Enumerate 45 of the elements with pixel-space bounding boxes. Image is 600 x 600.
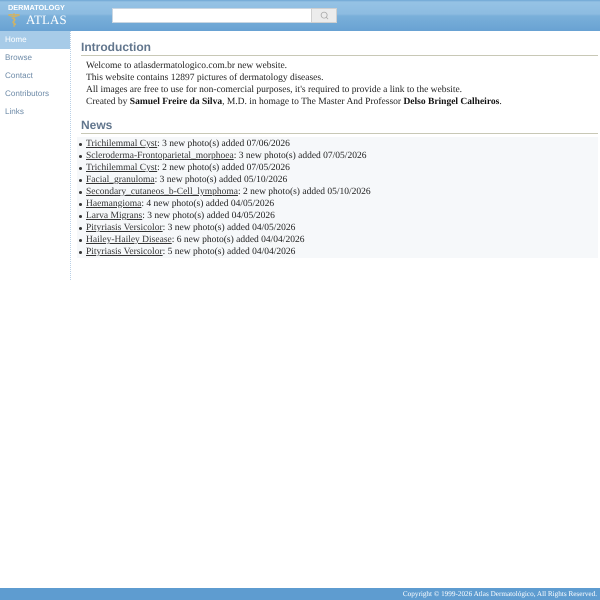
news-link[interactable]: Haemangioma — [86, 199, 142, 209]
bullet-icon — [79, 178, 82, 182]
sidebar-item[interactable]: Links — [0, 103, 70, 121]
intro-text: This website contains 12897 pictures of dermatology diseases. — [86, 72, 324, 84]
news-link[interactable]: Facial_granuloma — [86, 175, 155, 185]
sidebar-item[interactable]: Browse — [0, 49, 70, 67]
bullet-icon — [79, 238, 82, 242]
news-entry: Trichilemmal Cyst: 3 new photo(s) added 07/06/2026 — [86, 138, 290, 150]
news-link[interactable]: Scleroderma-Frontoparietal_morphoea — [86, 151, 234, 161]
bullet-icon — [79, 214, 82, 218]
search-icon — [320, 11, 328, 20]
intro-text: All images are free to use for non-comercial purposes, it's required to provide a link to the website. — [86, 84, 464, 96]
section-heading: News — [81, 118, 598, 134]
news-entry: Secondary_cutaneos_b-Cell_lymphoma: 2 new photo(s) added 05/10/2026 — [86, 186, 371, 198]
bullet-icon — [79, 142, 82, 146]
bullet-icon — [79, 154, 82, 158]
search-button[interactable] — [311, 8, 337, 23]
news-link[interactable]: Pityriasis Versicolor — [86, 247, 163, 257]
news-link[interactable]: Hailey-Hailey Disease — [86, 235, 172, 245]
news-entry: Hailey-Hailey Disease: 6 new photo(s) added 04/04/2026 — [86, 234, 304, 246]
news-entry: Scleroderma-Frontoparietal_morphoea: 3 new photo(s) added 07/05/2026 — [86, 150, 366, 162]
news-link[interactable]: Secondary_cutaneos_b-Cell_lymphoma — [86, 187, 238, 197]
bullet-icon — [79, 166, 82, 170]
news-entry: Pityriasis Versicolor: 5 new photo(s) added 04/04/2026 — [86, 246, 296, 258]
news-entry: Larva Migrans: 3 new photo(s) added 04/05/2026 — [86, 210, 275, 222]
news-link[interactable]: Larva Migrans — [86, 211, 142, 221]
news-entry: Trichilemmal Cyst: 2 new photo(s) added 07/05/2026 — [86, 162, 290, 174]
bullet-icon — [79, 226, 82, 230]
news-entry: Facial_granuloma: 3 new photo(s) added 05/10/2026 — [86, 174, 288, 186]
news-link[interactable]: Trichilemmal Cyst — [86, 139, 158, 149]
intro-text: Welcome to atlasdermatologico.com.br new website. — [86, 60, 288, 72]
bullet-icon — [79, 202, 82, 206]
logo-title: ATLAS — [26, 14, 67, 27]
search-field[interactable] — [112, 8, 311, 23]
section-heading: Introduction — [81, 40, 598, 56]
news-entry: Pityriasis Versicolor: 3 new photo(s) added 04/05/2026 — [86, 222, 296, 234]
bullet-icon — [79, 250, 82, 254]
sidebar-item[interactable]: Contact — [0, 67, 70, 85]
sidebar-item[interactable]: Contributors — [0, 85, 70, 103]
bullet-icon — [79, 190, 82, 194]
intro-text: Created by Samuel Freire da Silva, M.D. in homage to The Master And Professor Delso Bringel Calheiros. — [86, 96, 503, 108]
news-link[interactable]: Trichilemmal Cyst — [86, 163, 158, 173]
news-link[interactable]: Pityriasis Versicolor — [86, 223, 163, 233]
news-entry: Haemangioma: 4 new photo(s) added 04/05/2026 — [86, 198, 274, 210]
caduceus-icon — [8, 13, 20, 27]
